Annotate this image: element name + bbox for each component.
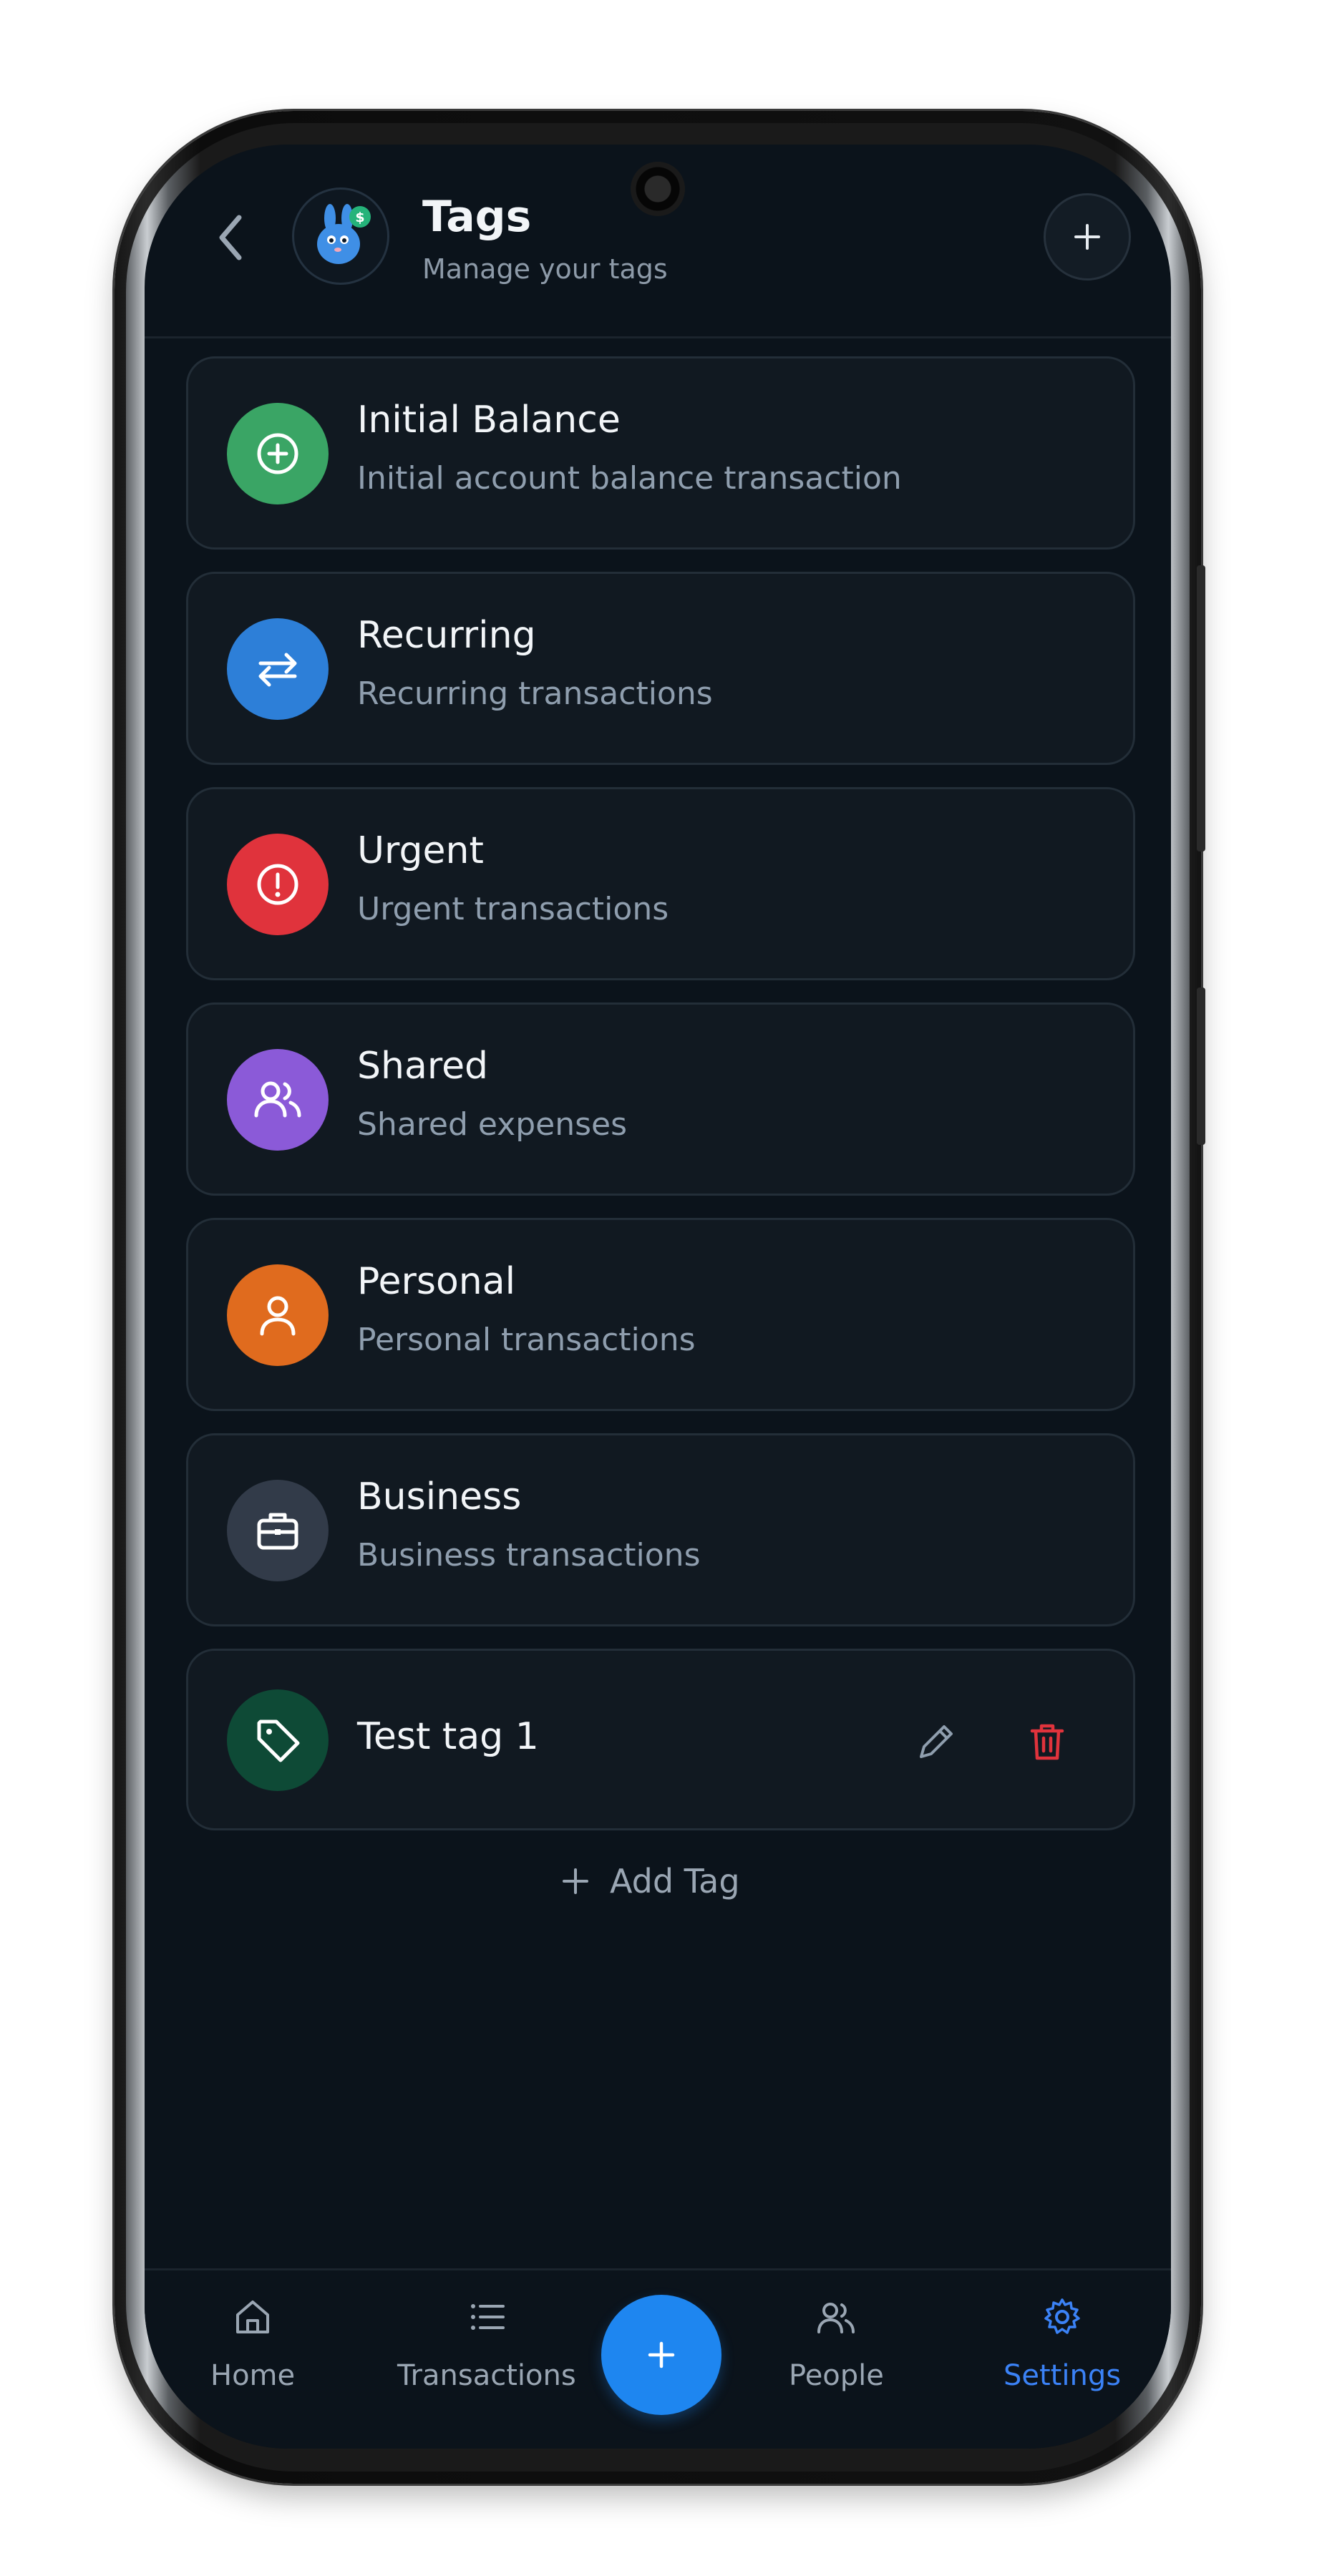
chevron-left-icon: [219, 215, 242, 260]
tag-description: Initial account balance transaction: [357, 460, 902, 497]
users-icon: [817, 2303, 855, 2333]
users-icon: [254, 1081, 301, 1118]
plus-icon: [648, 2341, 675, 2368]
add-tag-label: Add Tag: [610, 1862, 740, 1901]
tag-name: Recurring: [357, 614, 536, 657]
tag-name: Shared: [357, 1045, 489, 1088]
page-title: Tags: [422, 192, 532, 242]
tag-icon-badge: [227, 1049, 329, 1151]
tag-description: Recurring transactions: [357, 675, 713, 712]
tag-description: Urgent transactions: [357, 891, 669, 927]
repeat-icon: [258, 653, 297, 687]
user-icon: [260, 1296, 296, 1336]
tag-icon-badge: [227, 1689, 329, 1791]
nav-item-settings[interactable]: Settings: [1003, 2296, 1121, 2392]
tag-card-initial-balance[interactable]: Initial Balance Initial account balance …: [186, 356, 1135, 550]
tag-name: Business: [357, 1475, 522, 1518]
plus-icon: [563, 1868, 588, 1894]
alert-circle-icon: [257, 864, 298, 905]
tag-list: Initial Balance Initial account balance …: [186, 356, 1135, 1853]
edit-icon: [920, 1725, 953, 1758]
tag-name: Initial Balance: [357, 399, 621, 441]
volume-button: [1197, 565, 1205, 852]
tag-description: Personal transactions: [357, 1322, 696, 1358]
briefcase-icon: [257, 1513, 298, 1550]
tag-icon-badge: [227, 618, 329, 720]
nav-item-home[interactable]: Home: [210, 2296, 295, 2392]
tag-name: Personal: [357, 1260, 516, 1303]
nav-item-transactions[interactable]: Transactions: [397, 2296, 576, 2392]
nav-label-people: People: [789, 2359, 884, 2392]
front-camera: [631, 162, 685, 216]
add-transaction-fab[interactable]: [601, 2295, 721, 2415]
plus-circle-icon: [257, 433, 298, 474]
app-screen: $ Tags Manage your tags Initial Balance …: [145, 145, 1171, 2449]
nav-label-home: Home: [210, 2359, 296, 2392]
delete-tag-button[interactable]: [1015, 1709, 1079, 1774]
power-button: [1197, 987, 1205, 1145]
tag-icon-badge: [227, 1264, 329, 1366]
bottom-navigation: Home Transactions People Settings: [145, 2268, 1171, 2449]
tag-card-recurring[interactable]: Recurring Recurring transactions: [186, 572, 1135, 765]
tag-icon-badge: [227, 1480, 329, 1581]
tag-icon-badge: [227, 403, 329, 504]
settings-icon: [1044, 2298, 1080, 2334]
add-tag-button[interactable]: Add Tag: [560, 1856, 740, 1906]
nav-item-people[interactable]: People: [789, 2296, 884, 2392]
bunny-mascot-icon: $: [317, 204, 371, 264]
list-icon: [470, 2304, 505, 2330]
tag-name: Urgent: [357, 829, 484, 872]
tag-icon-badge: [227, 834, 329, 935]
plus-icon: [1074, 224, 1100, 250]
tag-card-shared[interactable]: Shared Shared expenses: [186, 1002, 1135, 1196]
home-icon: [236, 2301, 270, 2333]
back-button[interactable]: [202, 209, 259, 266]
tag-card-business[interactable]: Business Business transactions: [186, 1433, 1135, 1626]
tag-description: Business transactions: [357, 1537, 701, 1574]
tag-name: Test tag 1: [357, 1715, 539, 1758]
avatar[interactable]: $: [292, 187, 389, 285]
tag-icon: [257, 1719, 300, 1762]
header-add-button[interactable]: [1044, 193, 1131, 280]
nav-label-transactions: Transactions: [397, 2359, 576, 2392]
trash-icon: [1030, 1724, 1064, 1760]
tag-card-test-tag-1[interactable]: Test tag 1: [186, 1649, 1135, 1830]
tag-card-urgent[interactable]: Urgent Urgent transactions: [186, 787, 1135, 980]
avatar-badge: $: [355, 210, 364, 225]
tag-description: Shared expenses: [357, 1106, 628, 1143]
page-subtitle: Manage your tags: [422, 253, 668, 285]
tag-card-personal[interactable]: Personal Personal transactions: [186, 1218, 1135, 1411]
nav-label-settings: Settings: [1003, 2359, 1122, 2392]
edit-tag-button[interactable]: [904, 1709, 968, 1774]
